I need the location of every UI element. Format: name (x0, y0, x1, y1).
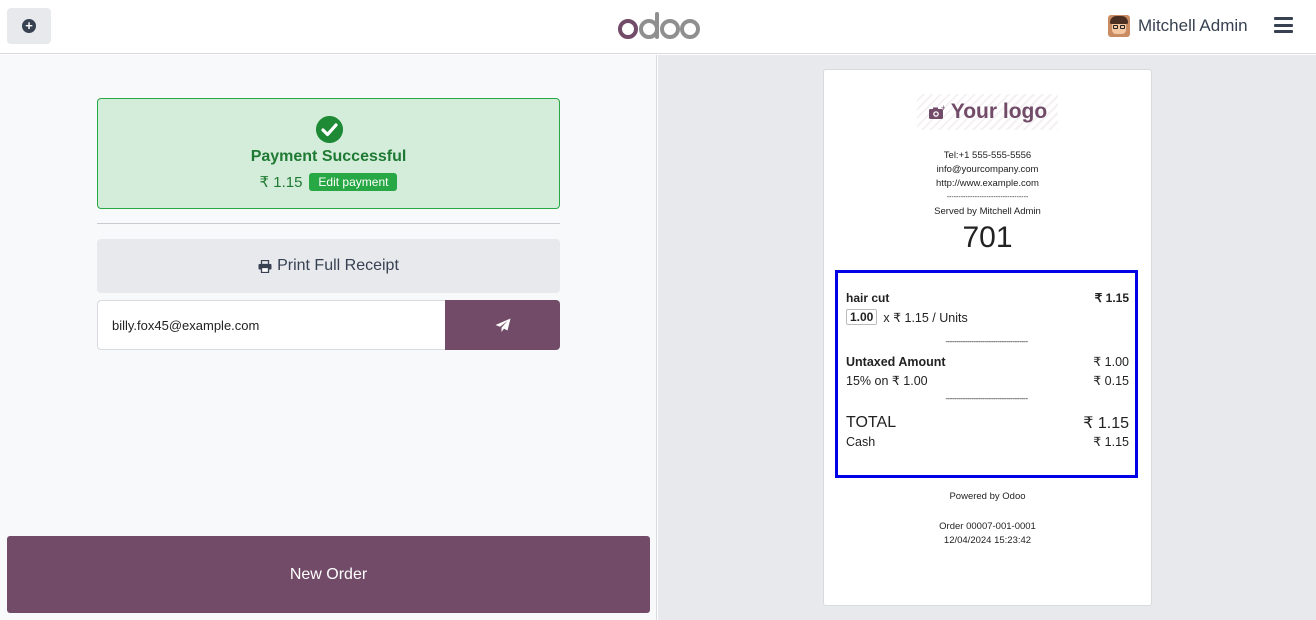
tax-row: 15% on ₹ 1.00 ₹ 0.15 (846, 373, 1129, 388)
camera-icon: + (928, 105, 945, 119)
receipt: + Your logo Tel:+1 555-555-5556 info@you… (823, 69, 1152, 606)
cash-row: Cash ₹ 1.15 (846, 434, 1129, 450)
payment-screen-left-pane: Payment Successful ₹ 1.15 Edit payment P… (0, 55, 657, 620)
order-line: hair cut ₹ 1.15 (846, 291, 1129, 305)
email-input[interactable] (97, 300, 446, 350)
line-quantity: 1.00 (846, 309, 878, 325)
paper-plane-icon (495, 318, 510, 332)
line-unit-price: x ₹ 1.15 / Units (883, 310, 968, 325)
dash-separator: -------------------------------------- (945, 337, 1028, 346)
dash-separator: -------------------------------------- (945, 394, 1028, 403)
product-name: hair cut (846, 291, 890, 305)
total-label: TOTAL (846, 414, 897, 431)
print-full-receipt-button[interactable]: Print Full Receipt (97, 239, 560, 293)
hamburger-menu-icon[interactable] (1274, 17, 1293, 33)
total-value: ₹ 1.15 (1083, 415, 1129, 432)
order-datetime: 12/04/2024 15:23:42 (943, 535, 1032, 546)
company-tel: Tel:+1 555-555-5556 (943, 150, 1032, 161)
company-website: http://www.example.com (936, 178, 1039, 189)
top-navbar: + Mitchell Admin (0, 0, 1316, 54)
odoo-logo (618, 12, 700, 39)
company-logo-text: Your logo (950, 100, 1048, 123)
company-logo: + Your logo (917, 94, 1058, 130)
served-by: Served by Mitchell Admin (934, 206, 1041, 217)
avatar (1108, 15, 1130, 37)
payment-amount: ₹ 1.15 (259, 174, 303, 191)
check-circle-icon (316, 116, 343, 143)
tax-value: ₹ 0.15 (1093, 374, 1129, 388)
payment-success-box: Payment Successful ₹ 1.15 Edit payment (97, 98, 560, 209)
plus-circle-icon: + (22, 19, 36, 33)
line-price: ₹ 1.15 (1094, 291, 1129, 305)
untaxed-row: Untaxed Amount ₹ 1.00 (846, 354, 1129, 370)
user-menu[interactable]: Mitchell Admin (1108, 15, 1248, 37)
powered-by: Powered by Odoo (949, 491, 1026, 502)
receipt-lines-box: hair cut ₹ 1.15 1.00 x ₹ 1.15 / Units --… (835, 270, 1138, 478)
print-full-receipt-label: Print Full Receipt (277, 257, 399, 274)
order-number: 701 (962, 221, 1013, 254)
svg-text:+: + (940, 105, 945, 112)
edit-payment-button[interactable]: Edit payment (309, 173, 398, 191)
payment-success-title: Payment Successful (250, 148, 407, 165)
total-row: TOTAL ₹ 1.15 (846, 413, 1129, 433)
new-order-tab-button[interactable]: + (7, 8, 51, 44)
user-name: Mitchell Admin (1138, 16, 1248, 35)
cash-label: Cash (846, 434, 876, 449)
line-quantity-row: 1.00 x ₹ 1.15 / Units (846, 309, 1129, 325)
send-email-button[interactable] (445, 300, 560, 350)
printer-icon (258, 259, 272, 273)
receipt-preview-pane: + Your logo Tel:+1 555-555-5556 info@you… (658, 55, 1316, 620)
order-reference: Order 00007-001-0001 (939, 521, 1036, 532)
tax-label: 15% on ₹ 1.00 (846, 374, 928, 388)
order-info: Order 00007-001-0001 12/04/2024 15:23:42 (824, 520, 1151, 548)
company-contact: Tel:+1 555-555-5556 info@yourcompany.com… (824, 149, 1151, 219)
new-order-button[interactable]: New Order (7, 536, 650, 613)
cash-value: ₹ 1.15 (1093, 435, 1129, 449)
company-email: info@yourcompany.com (936, 164, 1039, 175)
untaxed-value: ₹ 1.00 (1093, 355, 1129, 369)
separator: ----------------------------------- (946, 194, 1029, 201)
untaxed-label: Untaxed Amount (846, 354, 946, 369)
divider (97, 223, 560, 224)
